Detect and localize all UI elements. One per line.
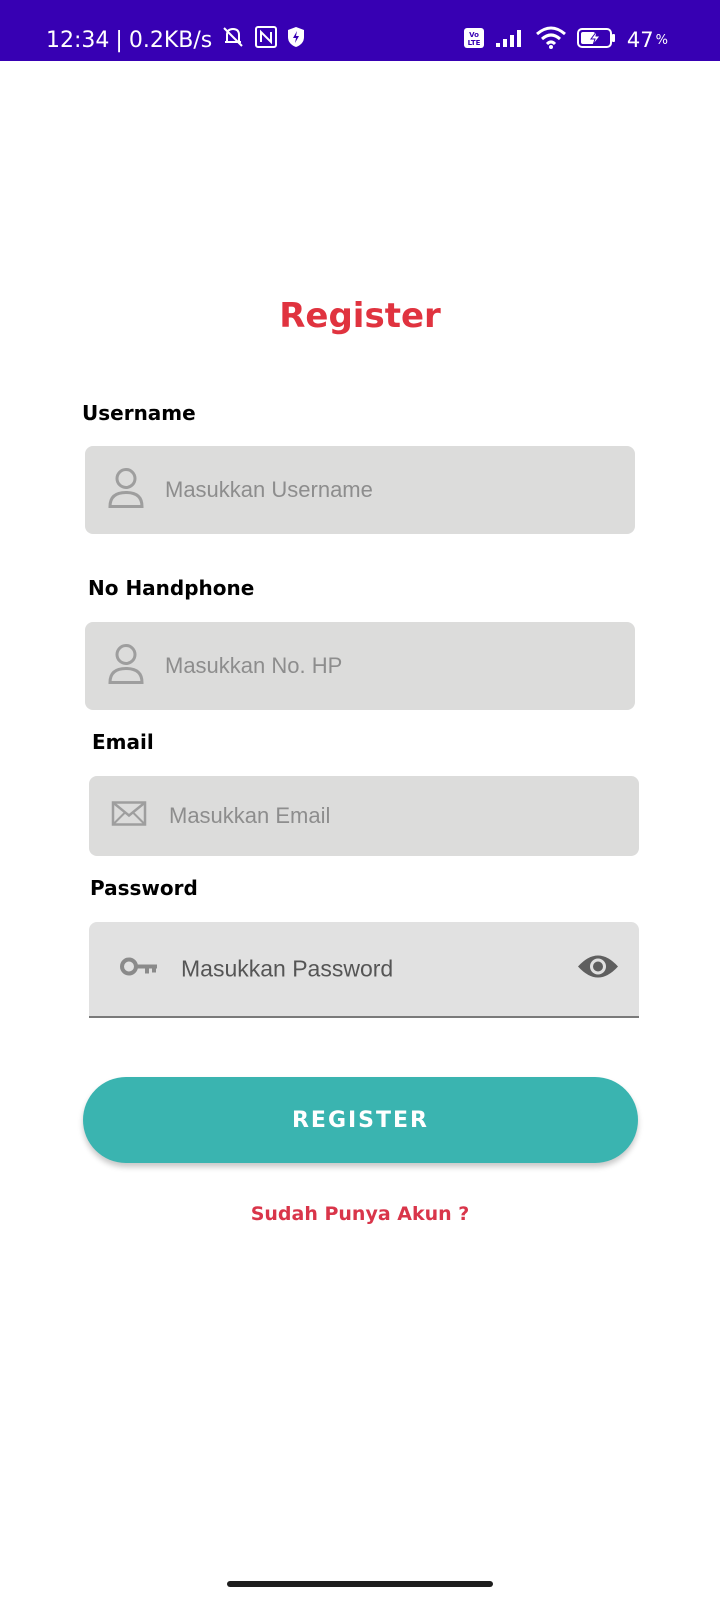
battery-icon [576, 27, 617, 54]
battery-level: 47 [626, 28, 654, 52]
status-bar: 12:34 | 0.2KB/s Vo LTE 47 % [0, 0, 720, 61]
email-label: Email [92, 730, 154, 754]
svg-text:Vo: Vo [469, 31, 479, 39]
password-placeholder: Masukkan Password [181, 955, 394, 982]
login-link[interactable]: Sudah Punya Akun ? [0, 1203, 720, 1225]
status-right: Vo LTE 47 % [463, 0, 668, 80]
network-speed: 0.2KB/s [128, 27, 213, 53]
mute-bell-icon [220, 24, 246, 56]
volte-icon: Vo LTE [463, 27, 485, 54]
status-separator: | [115, 27, 123, 53]
username-label: Username [82, 401, 196, 425]
person-icon [107, 467, 145, 514]
key-icon [119, 956, 159, 983]
svg-text:LTE: LTE [467, 39, 480, 47]
email-input[interactable]: Masukkan Email [89, 776, 639, 856]
email-placeholder: Masukkan Email [169, 803, 331, 828]
wifi-icon [535, 26, 567, 55]
page-title: Register [279, 296, 441, 336]
username-input[interactable]: Masukkan Username [85, 446, 635, 534]
phone-input[interactable]: Masukkan No. HP [85, 622, 635, 710]
password-input[interactable]: Masukkan Password [89, 922, 639, 1018]
password-label: Password [90, 876, 198, 900]
register-button[interactable]: REGISTER [83, 1077, 638, 1163]
username-placeholder: Masukkan Username [165, 477, 373, 502]
shield-icon [286, 26, 306, 54]
mail-icon [111, 801, 147, 832]
status-left: 12:34 | 0.2KB/s [46, 0, 306, 80]
gesture-nav-handle[interactable] [227, 1581, 493, 1587]
battery-unit: % [655, 32, 668, 48]
person-icon [107, 643, 145, 690]
signal-icon [495, 28, 525, 53]
nfc-icon [254, 25, 278, 55]
phone-label: No Handphone [88, 576, 255, 600]
status-time: 12:34 [46, 27, 110, 53]
phone-placeholder: Masukkan No. HP [165, 653, 343, 678]
eye-icon[interactable] [577, 953, 619, 986]
